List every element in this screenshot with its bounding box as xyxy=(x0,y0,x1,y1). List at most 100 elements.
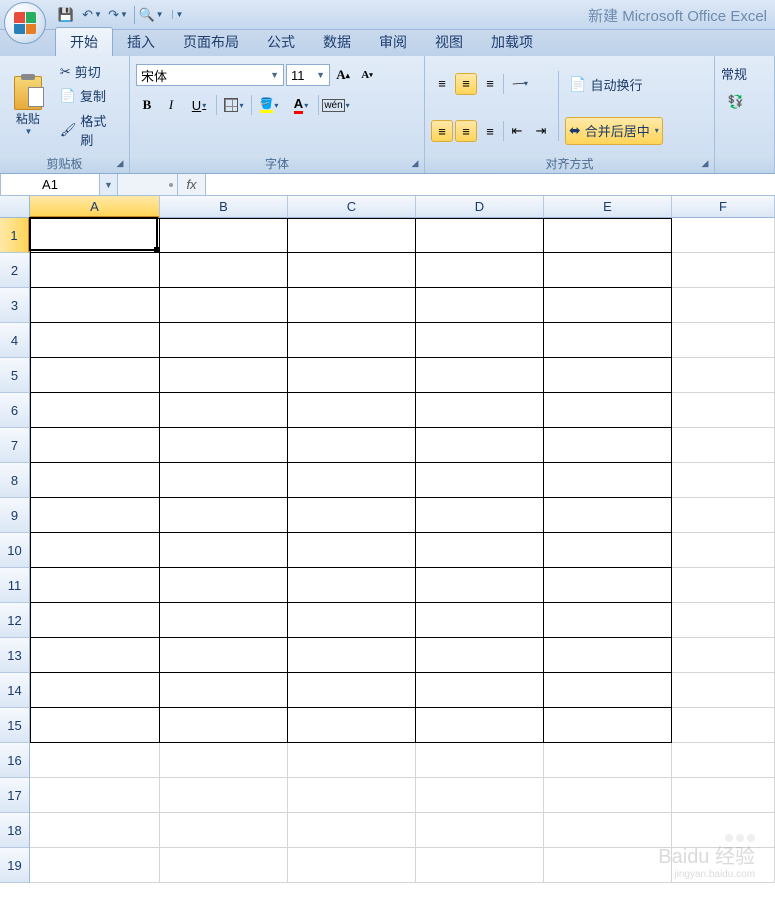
cell[interactable] xyxy=(544,428,672,463)
cell[interactable] xyxy=(416,848,544,883)
row-header-10[interactable]: 10 xyxy=(0,533,30,568)
cell[interactable] xyxy=(160,848,288,883)
cell[interactable] xyxy=(672,393,775,428)
cell[interactable] xyxy=(30,323,160,358)
font-size-combo[interactable]: 11▼ xyxy=(286,64,330,86)
cell[interactable] xyxy=(160,288,288,323)
cell[interactable] xyxy=(416,358,544,393)
cell[interactable] xyxy=(288,428,416,463)
cell[interactable] xyxy=(160,743,288,778)
tab-公式[interactable]: 公式 xyxy=(253,28,309,56)
cell[interactable] xyxy=(672,638,775,673)
cell[interactable] xyxy=(544,218,672,253)
cell[interactable] xyxy=(544,533,672,568)
cell[interactable] xyxy=(30,568,160,603)
cell[interactable] xyxy=(544,603,672,638)
format-painter-button[interactable]: 🖌格式刷 xyxy=(56,109,123,151)
cell[interactable] xyxy=(672,603,775,638)
cell[interactable] xyxy=(416,323,544,358)
office-button[interactable] xyxy=(4,2,46,44)
cell[interactable] xyxy=(160,813,288,848)
align-middle-button[interactable]: ≡ xyxy=(455,73,477,95)
font-name-combo[interactable]: 宋体▼ xyxy=(136,64,284,86)
cell[interactable] xyxy=(30,288,160,323)
tab-视图[interactable]: 视图 xyxy=(421,28,477,56)
cell[interactable] xyxy=(672,428,775,463)
paste-button[interactable]: 粘贴 ▼ xyxy=(6,60,50,151)
cell[interactable] xyxy=(30,218,160,253)
orientation-button[interactable]: ⟋▾ xyxy=(506,73,536,95)
cell[interactable] xyxy=(30,743,160,778)
italic-button[interactable]: I xyxy=(160,94,182,116)
dialog-launcher[interactable]: ◢ xyxy=(408,157,422,171)
col-header-E[interactable]: E xyxy=(544,196,672,218)
qat-redo[interactable]: ↷▼ xyxy=(106,4,130,26)
copy-button[interactable]: 📄复制 xyxy=(56,84,123,107)
cell[interactable] xyxy=(672,778,775,813)
cell[interactable] xyxy=(416,568,544,603)
wrap-text-button[interactable]: 📄自动换行 xyxy=(565,70,663,98)
cell[interactable] xyxy=(160,253,288,288)
qat-print-preview[interactable]: 🔍▼ xyxy=(139,4,163,26)
tab-插入[interactable]: 插入 xyxy=(113,28,169,56)
row-header-7[interactable]: 7 xyxy=(0,428,30,463)
cell[interactable] xyxy=(30,533,160,568)
cell[interactable] xyxy=(416,603,544,638)
cell[interactable] xyxy=(672,533,775,568)
cell[interactable] xyxy=(288,463,416,498)
cell[interactable] xyxy=(160,708,288,743)
cell[interactable] xyxy=(544,743,672,778)
shrink-font-button[interactable]: A▾ xyxy=(356,64,378,86)
row-header-18[interactable]: 18 xyxy=(0,813,30,848)
name-box[interactable]: A1 xyxy=(0,174,100,195)
cell[interactable] xyxy=(30,393,160,428)
cell[interactable] xyxy=(288,218,416,253)
cell[interactable] xyxy=(672,323,775,358)
cell[interactable] xyxy=(672,708,775,743)
row-header-3[interactable]: 3 xyxy=(0,288,30,323)
currency-button[interactable]: 💱 xyxy=(721,91,751,113)
cut-button[interactable]: ✂剪切 xyxy=(56,60,123,83)
cell[interactable] xyxy=(416,393,544,428)
cell[interactable] xyxy=(416,218,544,253)
row-header-12[interactable]: 12 xyxy=(0,603,30,638)
cell[interactable] xyxy=(288,673,416,708)
cell[interactable] xyxy=(160,358,288,393)
cell[interactable] xyxy=(30,708,160,743)
cell[interactable] xyxy=(160,463,288,498)
cell[interactable] xyxy=(416,498,544,533)
cell[interactable] xyxy=(544,358,672,393)
row-header-8[interactable]: 8 xyxy=(0,463,30,498)
cell[interactable] xyxy=(30,428,160,463)
cell[interactable] xyxy=(160,428,288,463)
cell[interactable] xyxy=(544,393,672,428)
cell[interactable] xyxy=(544,848,672,883)
tab-审阅[interactable]: 审阅 xyxy=(365,28,421,56)
cell[interactable] xyxy=(288,743,416,778)
qat-customize[interactable]: ▼ xyxy=(165,4,189,26)
font-color-button[interactable]: A▾ xyxy=(286,94,316,116)
cell[interactable] xyxy=(544,638,672,673)
cell[interactable] xyxy=(672,743,775,778)
cell[interactable] xyxy=(672,253,775,288)
cell[interactable] xyxy=(30,358,160,393)
cell[interactable] xyxy=(416,253,544,288)
qat-save[interactable]: 💾 xyxy=(54,4,78,26)
cell[interactable] xyxy=(30,813,160,848)
row-header-16[interactable]: 16 xyxy=(0,743,30,778)
cell[interactable] xyxy=(544,568,672,603)
col-header-D[interactable]: D xyxy=(416,196,544,218)
cell[interactable] xyxy=(30,498,160,533)
cell[interactable] xyxy=(416,778,544,813)
cell[interactable] xyxy=(160,533,288,568)
decrease-indent-button[interactable]: ⇤ xyxy=(506,120,528,142)
cell[interactable] xyxy=(288,708,416,743)
align-center-button[interactable]: ≡ xyxy=(455,120,477,142)
grow-font-button[interactable]: A▴ xyxy=(332,64,354,86)
underline-button[interactable]: U▾ xyxy=(184,94,214,116)
cell[interactable] xyxy=(544,463,672,498)
cell[interactable] xyxy=(672,358,775,393)
tab-加载项[interactable]: 加载项 xyxy=(477,28,547,56)
cell[interactable] xyxy=(160,568,288,603)
cell[interactable] xyxy=(160,778,288,813)
